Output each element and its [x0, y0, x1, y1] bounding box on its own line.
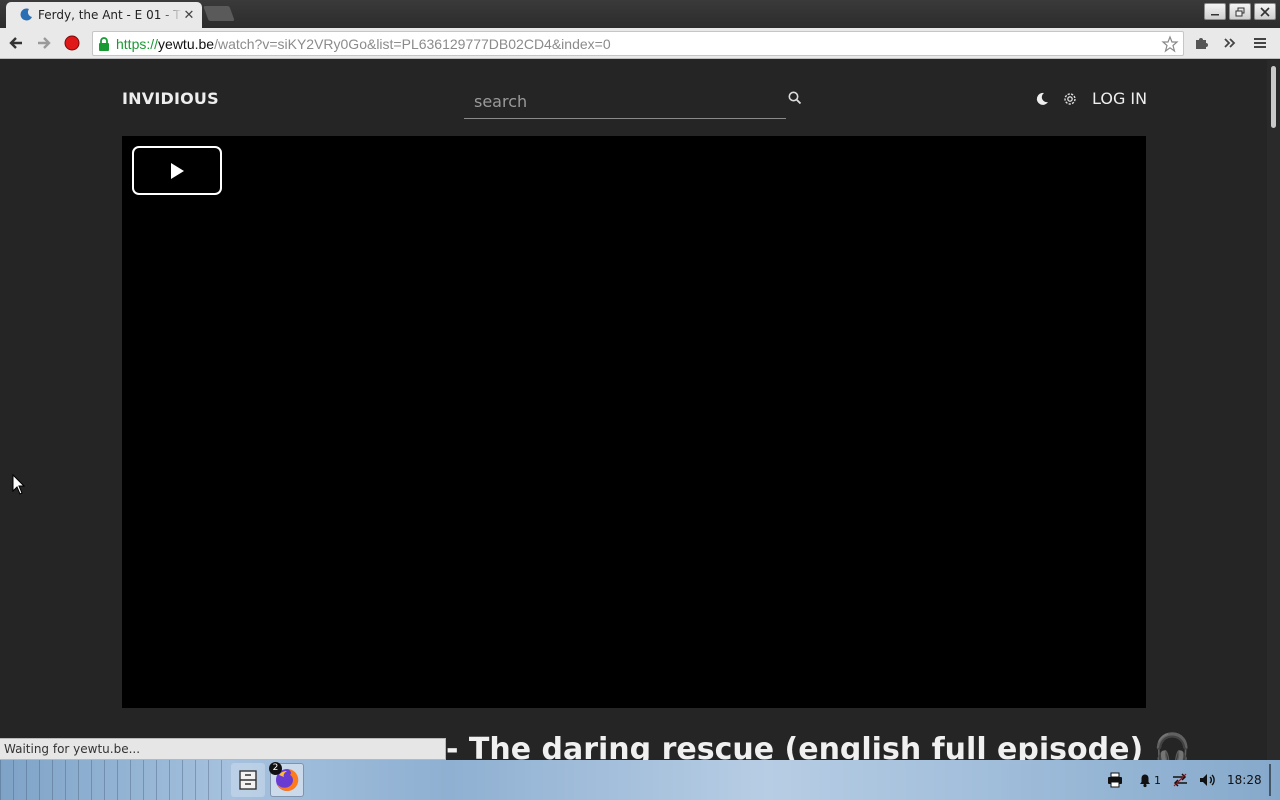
search-box — [464, 84, 802, 119]
double-chevron-icon — [1224, 38, 1236, 48]
tab-strip: Ferdy, the Ant - E 01 - The daring rescu… — [0, 0, 1280, 28]
minimize-button[interactable] — [1204, 3, 1226, 20]
window-count-badge: 2 — [269, 762, 282, 775]
browser-tab[interactable]: Ferdy, the Ant - E 01 - The daring rescu… — [6, 2, 202, 28]
page-scrollbar[interactable] — [1267, 60, 1280, 760]
network-icon — [1173, 773, 1187, 787]
restore-button[interactable] — [1229, 3, 1251, 20]
moon-icon[interactable] — [1034, 91, 1050, 107]
browser-toolbar: https://yewtu.be/watch?v=siKY2VRy0Go&lis… — [0, 28, 1280, 59]
printer-icon — [1108, 772, 1122, 788]
lock-icon — [99, 36, 109, 51]
invidious-favicon-icon — [18, 7, 34, 23]
stop-icon — [64, 35, 80, 51]
site-logo[interactable]: INVIDIOUS — [122, 89, 219, 108]
video-title: - The daring rescue (english full episod… — [446, 732, 1191, 760]
video-player[interactable] — [122, 136, 1146, 708]
taskbar: 2 1 18:28 — [0, 760, 1280, 800]
browser-menu-button[interactable] — [1249, 32, 1271, 54]
taskbar-clock[interactable]: 18:28 — [1227, 773, 1262, 787]
address-bar[interactable]: https://yewtu.be/watch?v=siKY2VRy0Go&lis… — [92, 31, 1184, 56]
hamburger-icon — [1254, 38, 1266, 48]
file-cabinet-icon — [239, 770, 257, 790]
search-input[interactable] — [464, 84, 764, 118]
gear-icon[interactable] — [1062, 91, 1078, 107]
search-icon[interactable] — [787, 90, 803, 106]
login-link[interactable]: LOG IN — [1092, 89, 1147, 108]
tray-volume[interactable] — [1199, 772, 1217, 788]
forward-icon — [38, 37, 51, 49]
taskbar-launcher-area — [0, 760, 230, 800]
window-controls — [1204, 3, 1276, 20]
tab-close-icon[interactable]: ✕ — [182, 8, 196, 23]
url-text: https://yewtu.be/watch?v=siKY2VRy0Go&lis… — [116, 35, 611, 52]
stop-button[interactable] — [61, 32, 83, 54]
status-bubble: Waiting for yewtu.be... — [0, 738, 446, 760]
back-icon — [9, 37, 22, 49]
show-desktop-button[interactable] — [1269, 764, 1271, 796]
play-icon — [171, 162, 184, 179]
tray-notifications[interactable]: 1 — [1137, 772, 1161, 788]
taskbar-file-manager[interactable] — [231, 763, 265, 797]
forward-button[interactable] — [33, 32, 55, 54]
puzzle-icon — [1196, 38, 1208, 49]
overflow-chevron-button[interactable] — [1219, 32, 1241, 54]
volume-icon — [1200, 774, 1215, 786]
play-button[interactable] — [132, 146, 222, 195]
tray-network[interactable] — [1171, 772, 1189, 788]
taskbar-firefox[interactable]: 2 — [269, 762, 304, 797]
bookmark-star-icon[interactable] — [1161, 35, 1179, 53]
scrollbar-thumb[interactable] — [1271, 66, 1276, 128]
page-viewport: INVIDIOUS LOG IN - The daring rescue (en… — [0, 60, 1267, 760]
new-tab-button[interactable] — [203, 6, 235, 21]
extensions-button[interactable] — [1190, 32, 1212, 54]
back-button[interactable] — [5, 32, 27, 54]
notification-count: 1 — [1154, 773, 1161, 787]
tray-printer[interactable] — [1107, 772, 1123, 788]
notification-icon — [1140, 774, 1150, 788]
tab-title: Ferdy, the Ant - E 01 - The daring rescu… — [38, 8, 182, 22]
close-window-button[interactable] — [1254, 3, 1276, 20]
mouse-cursor-icon — [12, 474, 26, 495]
